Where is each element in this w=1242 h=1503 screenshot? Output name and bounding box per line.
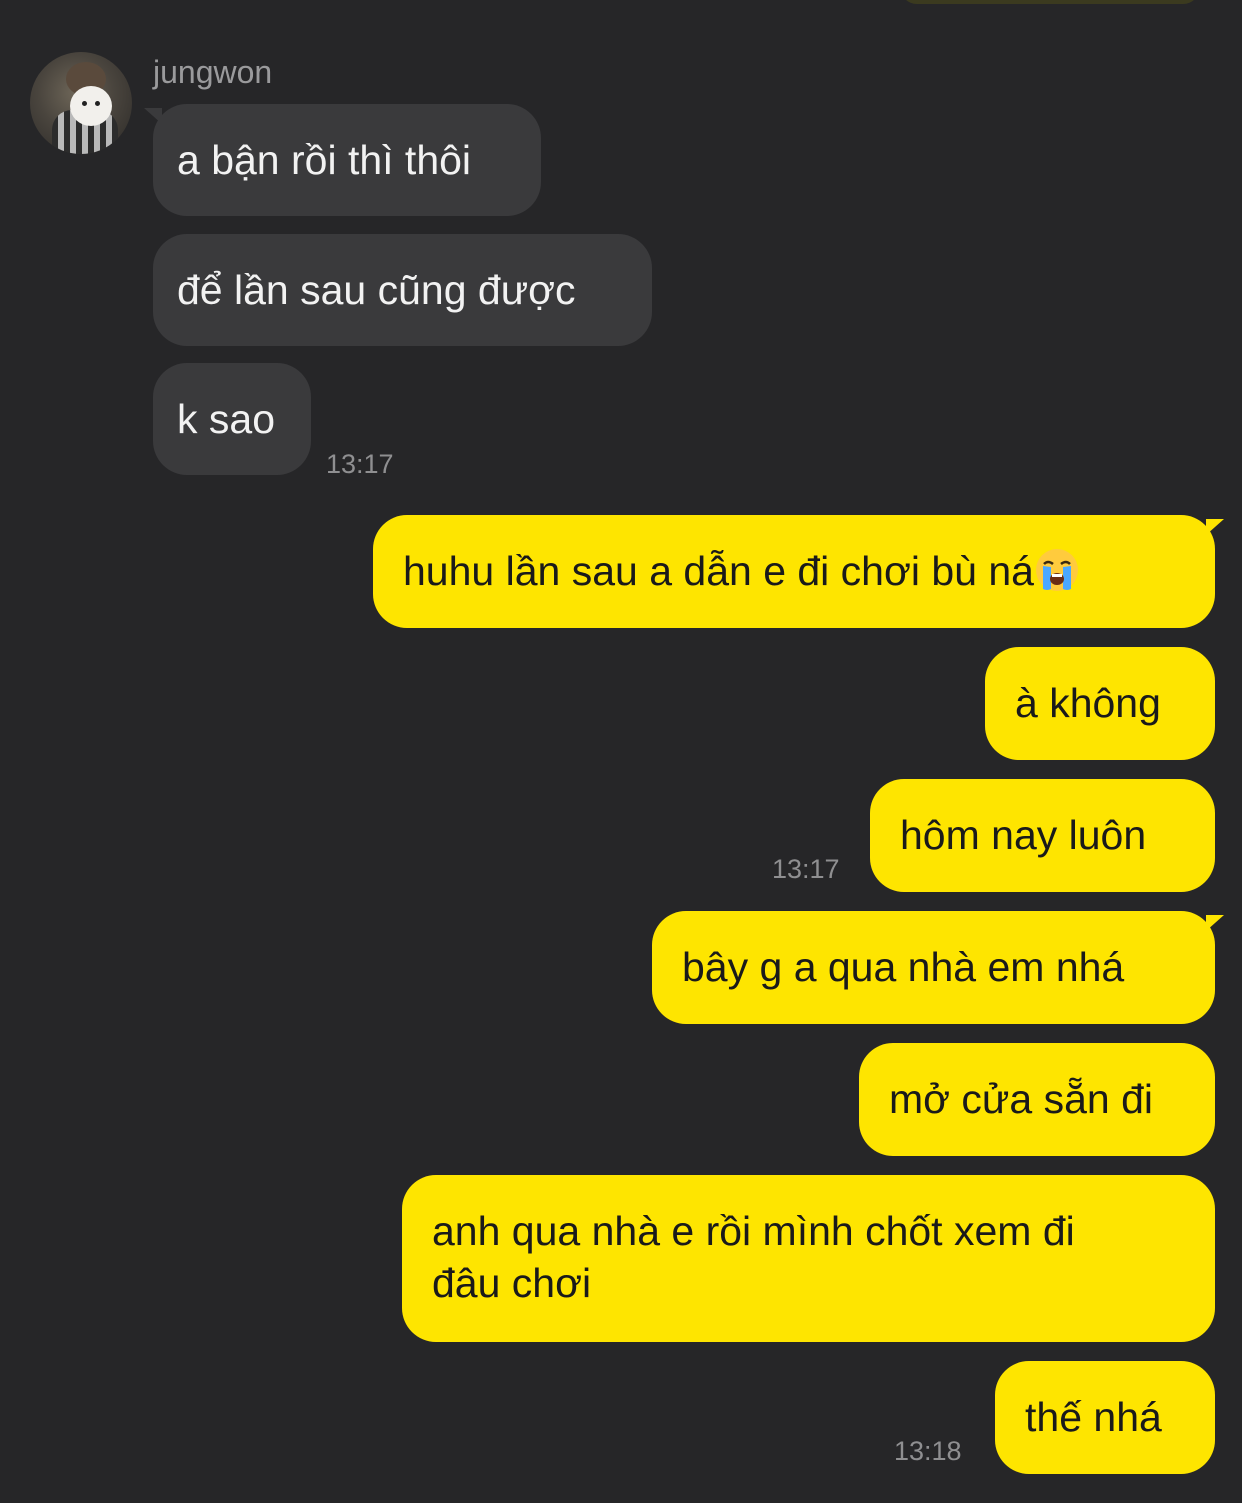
message-text: thế nhá [1025,1394,1162,1440]
outgoing-message[interactable]: à không [985,647,1215,760]
loudly-crying-face-icon [1035,549,1078,591]
avatar-dog [70,86,112,126]
message-timestamp: 13:17 [326,449,394,479]
message-timestamp: 13:17 [772,854,840,884]
message-text: k sao [177,396,275,442]
incoming-message[interactable]: k sao [153,363,311,475]
outgoing-message[interactable]: anh qua nhà e rồi mình chốt xem đi đâu c… [402,1175,1215,1342]
message-text: huhu lần sau a dẫn e đi chơi bù ná [403,548,1034,594]
message-text: a bận rồi thì thôi [177,137,472,183]
avatar[interactable] [30,52,132,154]
message-timestamp: 13:18 [894,1436,962,1466]
message-text-line: anh qua nhà e rồi mình chốt xem đi [432,1208,1075,1254]
message-text: à không [1015,680,1161,726]
outgoing-message[interactable]: thế nhá [995,1361,1215,1474]
message-text: để lần sau cũng được [177,267,576,313]
incoming-message[interactable]: a bận rồi thì thôi [144,104,541,216]
outgoing-message[interactable]: mở cửa sẵn đi [859,1043,1215,1156]
message-text: hôm nay luôn [900,812,1147,858]
message-text: bây g a qua nhà em nhá [682,944,1125,990]
incoming-message[interactable]: để lần sau cũng được [153,234,652,346]
previous-message-bubble [900,0,1200,4]
message-text-line: đâu chơi [432,1260,592,1306]
outgoing-message[interactable]: bây g a qua nhà em nhá [652,911,1224,1024]
outgoing-message[interactable]: huhu lần sau a dẫn e đi chơi bù ná [373,515,1224,628]
outgoing-message[interactable]: hôm nay luôn [870,779,1215,892]
message-text: mở cửa sẵn đi [889,1076,1153,1122]
sender-name: jungwon [153,54,273,90]
